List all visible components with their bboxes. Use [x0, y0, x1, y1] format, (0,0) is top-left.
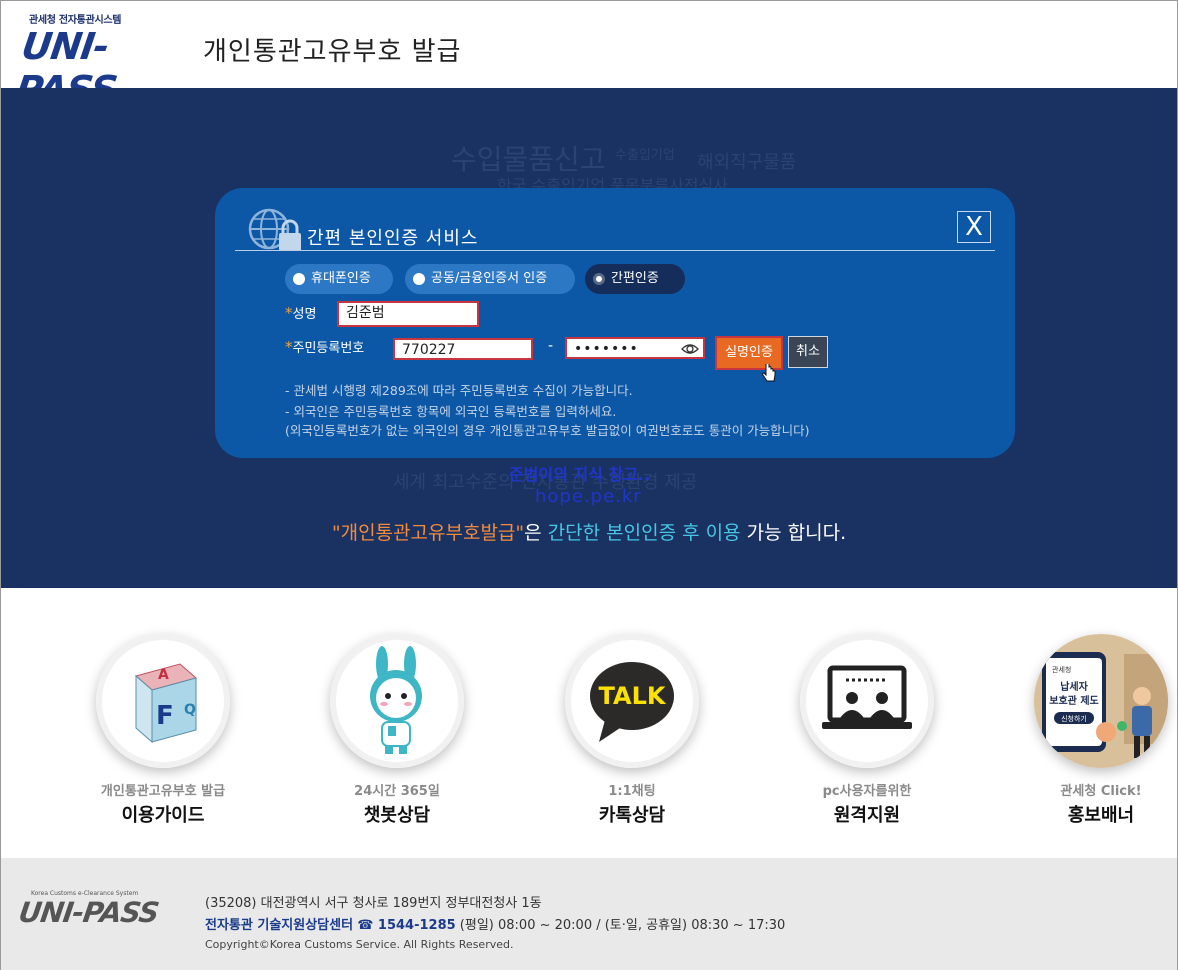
footer-hours: (평일) 08:00 ~ 20:00 / (토·일, 공휴일) 08:30 ~ … [455, 918, 786, 933]
footer-logo: UNI-PASS [16, 896, 161, 929]
hero-bg-word: 수출입기업 [615, 148, 675, 163]
service-subtitle: 개인통관고유부호 발급 [100, 784, 226, 799]
chatbot-rabbit-icon [330, 634, 464, 768]
tab-label: 공동/금융인증서 인증 [431, 271, 548, 286]
watermark-url: hope.pe.kr [535, 486, 642, 507]
name-input[interactable]: 김준범 [337, 301, 479, 327]
banner-button-text: 신청하기 [1061, 714, 1087, 723]
rrn-label: *주민등록번호 [285, 338, 365, 356]
auth-modal: 간편 본인인증 서비스 X 휴대폰인증 공동/금융인증서 인증 간편인증 *성명… [215, 188, 1015, 458]
page-title: 개인통관고유부호 발급 [203, 37, 462, 67]
logo-subtitle: 관세청 전자통관시스템 [29, 15, 122, 26]
hero-bg-word: 해외직구물품 [697, 152, 797, 173]
service-title: 카톡상담 [598, 805, 666, 826]
service-notice: "개인통관고유부호발급"은 간단한 본인인증 후 이용 가능 합니다. [1, 518, 1177, 545]
service-title: 원격지원 [833, 805, 901, 826]
radio-icon [413, 273, 425, 285]
service-chatbot[interactable]: 24시간 365일 챗봇상담 [307, 634, 487, 827]
close-button[interactable]: X [957, 211, 991, 243]
service-title: 홍보배너 [1067, 805, 1135, 826]
remote-support-icon [800, 634, 934, 768]
service-subtitle: pc사용자를위한 [822, 784, 912, 799]
banner-text: 납세자 [1060, 680, 1088, 693]
service-title: 이용가이드 [121, 805, 205, 826]
service-promo-banner[interactable]: 관세청 납세자 보호관 제도 신청하기 관세청 Click! 홍보배너 [1011, 634, 1178, 827]
banner-text: 관세청 [1052, 665, 1071, 674]
notice-highlight: 간단한 본인인증 후 이용 [547, 522, 741, 544]
hand-cursor-icon [762, 364, 776, 382]
tab-certificate-auth[interactable]: 공동/금융인증서 인증 [405, 264, 575, 294]
radio-icon [293, 273, 305, 285]
modal-title: 간편 본인인증 서비스 [307, 228, 479, 249]
info-text: - 관세법 시행령 제289조에 따라 주민등록번호 수집이 가능합니다. [285, 383, 633, 398]
page-footer: Korea Customs e-Clearance System UNI-PAS… [1, 858, 1177, 970]
eye-icon[interactable] [681, 341, 699, 357]
page-header: 관세청 전자통관시스템 UNI-PASS 개인통관고유부호 발급 [1, 1, 1177, 111]
notice-text: 가능 합니다. [740, 522, 847, 544]
globe-lock-icon [248, 208, 301, 251]
footer-phone[interactable]: ☎ 1544-1285 [357, 918, 455, 933]
info-text: (외국인등록번호가 없는 외국인의 경우 개인통관고유부호 발급없이 여권번호로… [285, 423, 810, 438]
footer-contact: 전자통관 기술지원상담센터 ☎ 1544-1285 (평일) 08:00 ~ 2… [205, 914, 785, 933]
tab-phone-auth[interactable]: 휴대폰인증 [285, 264, 393, 294]
modal-divider [235, 250, 995, 251]
rrn-back-masked: ••••••• [574, 341, 639, 357]
talk-bubble-icon: TALK [565, 634, 699, 768]
name-label: *성명 [285, 304, 317, 322]
footer-copyright: Copyright©Korea Customs Service. All Rig… [205, 938, 514, 951]
rrn-back-input[interactable]: ••••••• [565, 337, 705, 359]
tab-simple-auth[interactable]: 간편인증 [585, 264, 685, 294]
unipass-logo[interactable]: 관세청 전자통관시스템 UNI-PASS [13, 11, 195, 111]
service-subtitle: 관세청 Click! [1060, 784, 1142, 799]
svg-text:A: A [158, 667, 169, 683]
footer-address: (35208) 대전광역시 서구 청사로 189번지 정부대전청사 1동 [205, 896, 542, 911]
rrn-separator: - [548, 338, 554, 354]
watermark-text: 준범이의 지식 창고.. [509, 465, 651, 484]
faq-cube-icon: A F Q [96, 634, 230, 768]
info-text: - 외국인은 주민등록번호 항목에 외국인 등록번호를 입력하세요. [285, 404, 617, 419]
notice-text: 은 [524, 522, 548, 544]
svg-text:Q: Q [184, 702, 196, 718]
tab-label: 휴대폰인증 [311, 271, 371, 286]
footer-center-name: 전자통관 기술지원상담센터 [205, 918, 354, 933]
tab-label: 간편인증 [611, 271, 659, 286]
banner-text: 보호관 제도 [1049, 694, 1098, 707]
service-usage-guide[interactable]: A F Q 개인통관고유부호 발급 이용가이드 [73, 634, 253, 827]
service-subtitle: 24시간 365일 [354, 784, 440, 799]
service-remote-support[interactable]: pc사용자를위한 원격지원 [777, 634, 957, 827]
notice-service-name: "개인통관고유부호발급" [331, 522, 525, 544]
cancel-button[interactable]: 취소 [788, 336, 828, 368]
service-title: 챗봇상담 [363, 805, 431, 826]
service-kakaotalk[interactable]: TALK 1:1채팅 카톡상담 [542, 634, 722, 827]
radio-selected-icon [593, 273, 605, 285]
rrn-front-input[interactable]: 770227 [393, 338, 533, 360]
svg-text:F: F [156, 701, 174, 731]
service-links: A F Q 개인통관고유부호 발급 이용가이드 24시간 365일 챗봇상담 T… [1, 588, 1177, 858]
svg-text:TALK: TALK [599, 682, 667, 710]
service-subtitle: 1:1채팅 [608, 784, 656, 799]
promo-banner-icon: 관세청 납세자 보호관 제도 신청하기 [1034, 634, 1168, 768]
